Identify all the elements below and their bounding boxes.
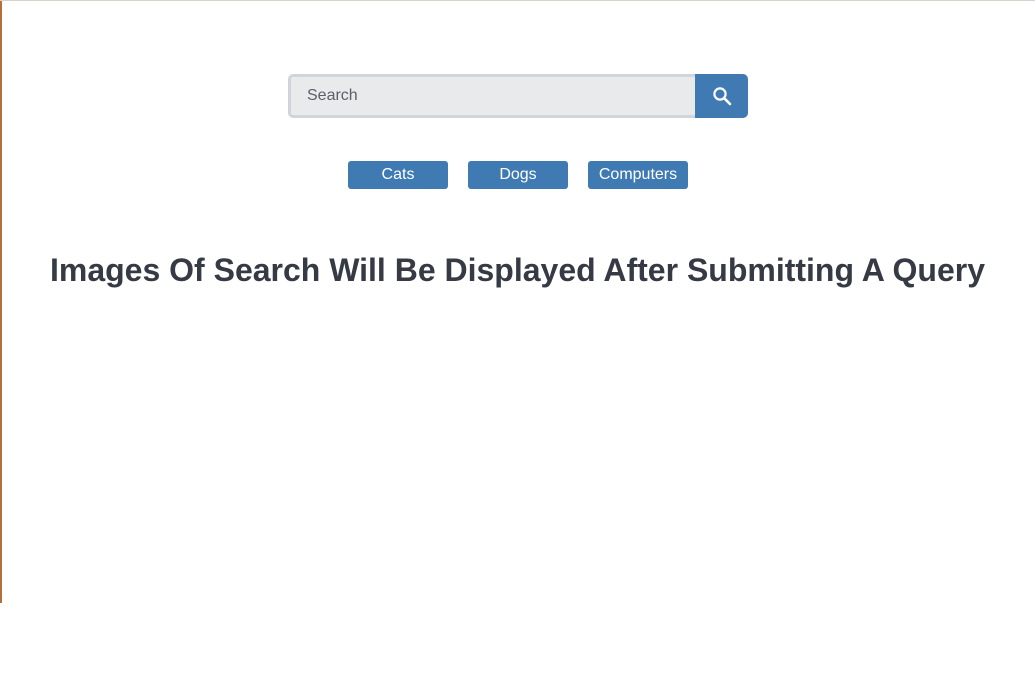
search-button[interactable] bbox=[695, 74, 748, 118]
magnifier-icon bbox=[712, 86, 732, 106]
window-edge bbox=[0, 1, 2, 603]
computers-button[interactable]: Computers bbox=[588, 161, 688, 189]
dogs-button[interactable]: Dogs bbox=[468, 161, 568, 189]
page: Cats Dogs Computers Images Of Search Wil… bbox=[0, 0, 1035, 699]
cats-button[interactable]: Cats bbox=[348, 161, 448, 189]
quick-search-buttons: Cats Dogs Computers bbox=[348, 161, 688, 189]
search-input[interactable] bbox=[288, 74, 695, 118]
results-placeholder-heading: Images Of Search Will Be Displayed After… bbox=[49, 252, 986, 288]
search-form bbox=[288, 74, 748, 118]
